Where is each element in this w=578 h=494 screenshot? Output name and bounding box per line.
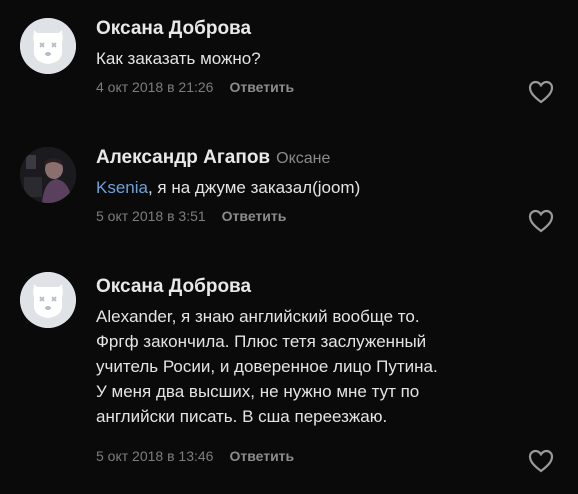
- comment-text: Ksenia, я на джуме заказал(joom): [96, 175, 536, 200]
- comment-text-line: Ksenia, я на джуме заказал(joom): [96, 175, 536, 200]
- comment-date[interactable]: 4 окт 2018 в 21:26: [96, 79, 213, 95]
- avatar[interactable]: [20, 272, 76, 328]
- comment-author: Александр Агапов Оксане: [96, 147, 330, 169]
- comment-meta: 5 окт 2018 в 13:46 Ответить: [96, 448, 294, 464]
- comment-text-line: учитель Росии, и доверенное лицо Путина.: [96, 357, 438, 376]
- comment-date[interactable]: 5 окт 2018 в 13:46: [96, 448, 213, 464]
- author-name[interactable]: Оксана Доброва: [96, 276, 251, 297]
- like-button[interactable]: [527, 208, 555, 234]
- heart-icon: [528, 80, 554, 104]
- comment-text: Alexander, я знаю английский вообще то. …: [96, 304, 536, 429]
- comment-meta: 4 окт 2018 в 21:26 Ответить: [96, 79, 294, 95]
- comment-text-line: Фргф закончила. Плюс тетя заслуженный: [96, 332, 427, 351]
- comment-text-line: Alexander, я знаю английский вообще то.: [96, 307, 420, 326]
- reply-to-link[interactable]: Оксане: [276, 150, 330, 167]
- like-button[interactable]: [527, 448, 555, 474]
- heart-icon: [528, 209, 554, 233]
- like-button[interactable]: [527, 79, 555, 105]
- avatar[interactable]: [20, 147, 76, 203]
- avatar[interactable]: [20, 18, 76, 74]
- comment-text-line: английски писать. В сша переезжаю.: [96, 407, 388, 426]
- comment-text-line: Как заказать можно?: [96, 49, 261, 68]
- deactivated-dog-icon: [20, 272, 76, 328]
- comment-meta: 5 окт 2018 в 3:51 Ответить: [96, 208, 286, 224]
- comment-author[interactable]: Оксана Доброва: [96, 276, 251, 298]
- heart-icon: [528, 449, 554, 473]
- user-photo-icon: [20, 147, 76, 203]
- author-name[interactable]: Оксана Доброва: [96, 18, 251, 39]
- author-name[interactable]: Александр Агапов: [96, 147, 270, 168]
- comment-text-line: У меня два высших, не нужно мне тут по: [96, 382, 420, 401]
- reply-button[interactable]: Ответить: [229, 448, 294, 464]
- comment-text: Как заказать можно?: [96, 46, 536, 71]
- mention-link[interactable]: Ksenia: [96, 178, 148, 197]
- comment-author[interactable]: Оксана Доброва: [96, 18, 251, 40]
- deactivated-dog-icon: [20, 18, 76, 74]
- comment-date[interactable]: 5 окт 2018 в 3:51: [96, 208, 206, 224]
- reply-button[interactable]: Ответить: [229, 79, 294, 95]
- comment-text-segment: , я на джуме заказал(joom): [147, 178, 361, 197]
- reply-button[interactable]: Ответить: [222, 208, 287, 224]
